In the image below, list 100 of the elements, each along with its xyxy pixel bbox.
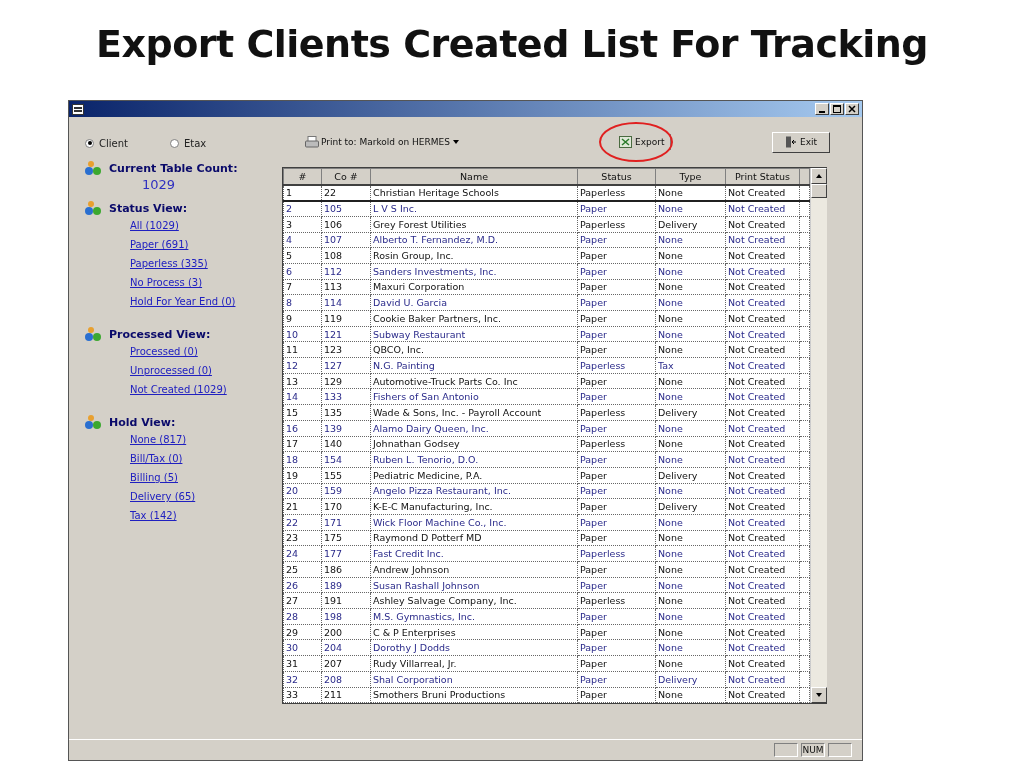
radio-option[interactable]: Etax [169, 137, 207, 149]
table-cell: Susan Rashall Johnson [370, 577, 578, 593]
table-cell: Paper [577, 420, 656, 436]
filter-link[interactable]: Bill/Tax (0) [130, 452, 281, 466]
maximize-button[interactable] [830, 103, 844, 115]
table-cell: K-E-C Manufacturing, Inc. [370, 498, 578, 515]
table-cell: 25 [283, 561, 322, 578]
table-cell: Cookie Baker Partners, Inc. [370, 310, 578, 327]
table-cell: QBCO, Inc. [370, 341, 578, 358]
filter-link[interactable]: Unprocessed (0) [130, 364, 281, 378]
table-cell: 26 [283, 577, 322, 593]
table-cell: 7 [283, 279, 322, 295]
table-cell: None [655, 655, 726, 672]
column-header[interactable]: Print Status [725, 168, 800, 185]
table-cell: Not Created [725, 671, 800, 687]
table-cell: Sanders Investments, Inc. [370, 263, 578, 280]
table-cell: Christian Heritage Schools [370, 185, 578, 201]
filter-link[interactable]: Not Created (1029) [130, 383, 281, 397]
filter-link[interactable]: Processed (0) [130, 345, 281, 359]
table-cell: Maxuri Corporation [370, 279, 578, 295]
scroll-up-button[interactable] [811, 168, 827, 184]
table-cell: 28 [283, 608, 322, 625]
table-cell: 14 [283, 388, 322, 405]
table-cell: Paper [577, 341, 656, 358]
table-cell: 135 [321, 404, 371, 421]
scroll-thumb[interactable] [811, 184, 827, 198]
table-cell: Ruben L. Tenorio, D.O. [370, 451, 578, 468]
table-cell: 2 [283, 200, 322, 217]
filter-link[interactable]: No Process (3) [130, 276, 281, 290]
table-cell: Ashley Salvage Company, Inc. [370, 592, 578, 609]
table-cell: Delivery [655, 216, 726, 233]
radio-option[interactable]: Client [85, 137, 128, 149]
table-cell: 154 [321, 451, 371, 468]
minimize-button[interactable] [815, 103, 829, 115]
table-cell: Paperless [577, 436, 656, 452]
column-header[interactable]: Status [577, 168, 656, 185]
column-header[interactable]: Type [655, 168, 726, 185]
table-cell: None [655, 577, 726, 593]
table-cell: Paper [577, 294, 656, 311]
table-cell: 5 [283, 247, 322, 264]
table-cell: Paper [577, 530, 656, 546]
table-cell: None [655, 530, 726, 546]
table-cell: None [655, 247, 726, 264]
table-cell: None [655, 185, 726, 201]
table-cell: 127 [321, 357, 371, 374]
table-cell: Rosin Group, Inc. [370, 247, 578, 264]
exit-button[interactable]: Exit [772, 131, 830, 153]
filter-link[interactable]: All (1029) [130, 219, 281, 233]
column-header[interactable]: # [283, 168, 322, 185]
table-cell: Not Created [725, 404, 800, 421]
filter-link[interactable]: Tax (142) [130, 509, 281, 523]
filter-link[interactable]: None (817) [130, 433, 281, 447]
table-cell: Not Created [725, 388, 800, 405]
table-cell: Paperless [577, 404, 656, 421]
table-cell: 8 [283, 294, 322, 311]
table-cell: None [655, 279, 726, 295]
table-cell: M.S. Gymnastics, Inc. [370, 608, 578, 625]
table-cell: Andrew Johnson [370, 561, 578, 578]
export-button[interactable]: Export [617, 134, 672, 150]
column-header[interactable]: Co # [321, 168, 371, 185]
table-cell: Not Created [725, 357, 800, 374]
filter-link[interactable]: Paper (691) [130, 238, 281, 252]
table-cell: Not Created [725, 232, 800, 248]
table-cell: Paper [577, 326, 656, 342]
table-cell: Paper [577, 498, 656, 515]
filter-link[interactable]: Billing (5) [130, 471, 281, 485]
table-cell: None [655, 263, 726, 280]
table-cell: Delivery [655, 467, 726, 484]
table-cell: 200 [321, 624, 371, 640]
table-cell: Delivery [655, 498, 726, 515]
table-cell: 29 [283, 624, 322, 640]
table-cell: Paper [577, 310, 656, 327]
table-cell: Paperless [577, 185, 656, 201]
table-cell: Paper [577, 373, 656, 389]
table-cell: None [655, 483, 726, 499]
table-cell: Paper [577, 451, 656, 468]
table-cell: 177 [321, 545, 371, 562]
table-cell: None [655, 294, 726, 311]
table-cell: Not Created [725, 216, 800, 233]
filter-link[interactable]: Delivery (65) [130, 490, 281, 504]
table-cell: 24 [283, 545, 322, 562]
table-cell: None [655, 200, 726, 217]
scroll-down-button[interactable] [811, 687, 827, 704]
scrollbar[interactable] [810, 168, 827, 704]
column-header[interactable]: Name [370, 168, 578, 185]
table-cell: Not Created [725, 592, 800, 609]
filter-link[interactable]: Paperless (335) [130, 257, 281, 271]
printer-dropdown[interactable]: Print to: Markold on HERMES [305, 136, 605, 148]
table-cell: Raymond D Potterf MD [370, 530, 578, 546]
table-cell: Pediatric Medicine, P.A. [370, 467, 578, 484]
close-icon [848, 105, 856, 113]
table-cell: Not Created [725, 545, 800, 562]
table-cell: 23 [283, 530, 322, 546]
table-cell: None [655, 388, 726, 405]
close-button[interactable] [845, 103, 859, 115]
table-cell: C & P Enterprises [370, 624, 578, 640]
filter-link[interactable]: Hold For Year End (0) [130, 295, 281, 309]
table-cell: Not Created [725, 530, 800, 546]
table-cell: Not Created [725, 279, 800, 295]
table-cell: 139 [321, 420, 371, 436]
